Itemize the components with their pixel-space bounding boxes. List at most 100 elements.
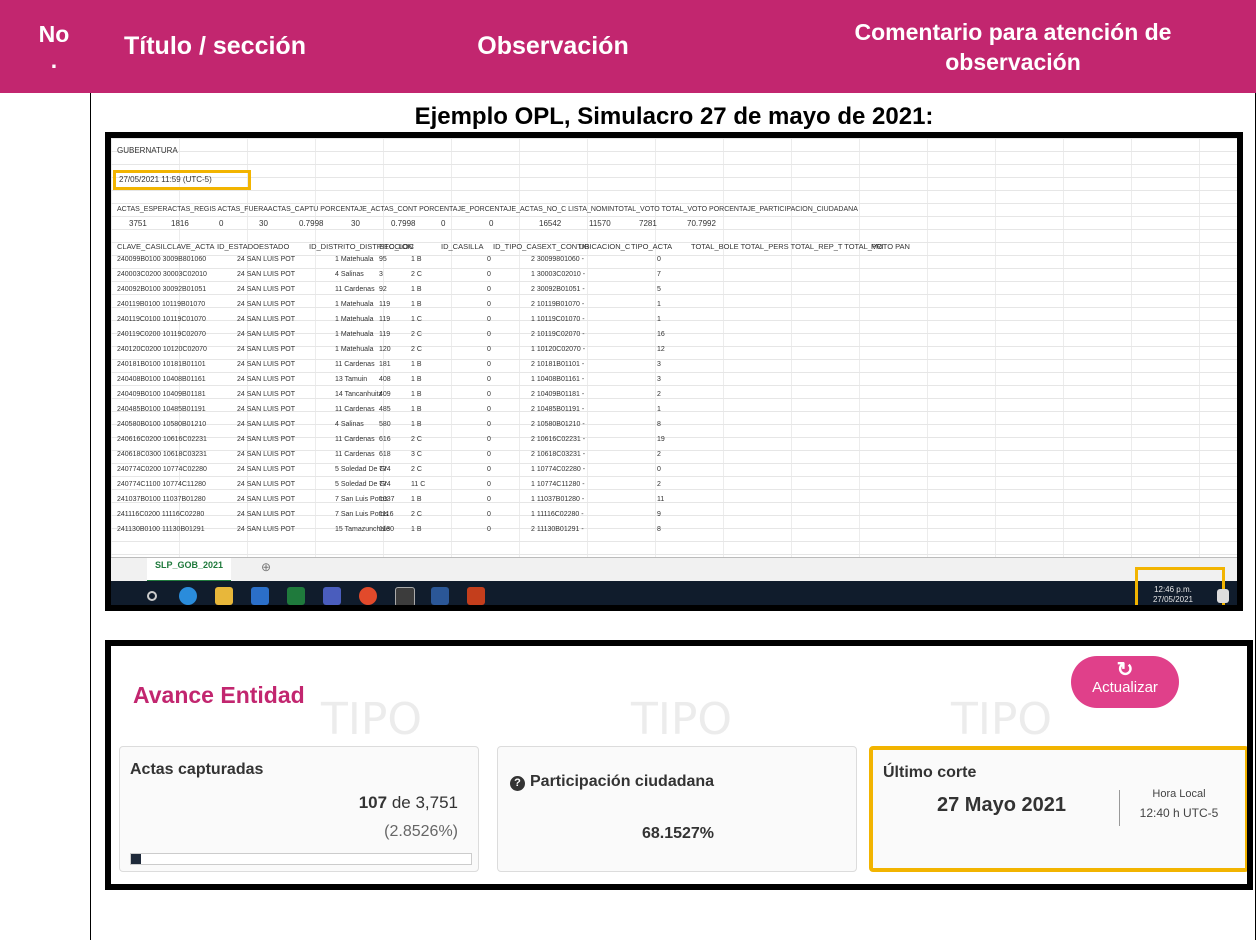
actas-count: 107 de 3,751 <box>359 793 458 813</box>
panel-title: Avance Entidad <box>133 682 305 708</box>
table-cell: 0 <box>487 481 491 488</box>
notification-icon[interactable] <box>1217 589 1229 603</box>
powerpoint-icon[interactable] <box>467 587 485 605</box>
table-cell: 11 Cardenas <box>335 286 375 293</box>
table-cell: 3 C <box>411 451 422 458</box>
table-cell: 774 <box>379 481 391 488</box>
summary-value: 30 <box>351 219 360 228</box>
table-cell: 240099B0100 3009B801060 <box>117 256 207 263</box>
table-cell: 24 SAN LUIS POT <box>237 376 295 383</box>
excel-icon[interactable] <box>287 587 305 605</box>
sheet-tab[interactable]: SLP_GOB_2021 <box>147 558 232 581</box>
file-explorer-icon[interactable] <box>215 587 233 605</box>
ultimo-corte-label: Último corte <box>883 764 977 781</box>
table-cell: 1 B <box>411 496 422 503</box>
table-cell: 485 <box>379 406 391 413</box>
summary-value: 0.7998 <box>299 219 324 228</box>
teams-icon[interactable] <box>323 587 341 605</box>
table-cell: 16 <box>657 331 665 338</box>
table-cell: 119 <box>379 331 391 338</box>
watermark: TIPO <box>631 694 733 745</box>
table-cell: 241037B0100 11037B01280 <box>117 496 206 503</box>
table-cell: 616 <box>379 436 391 443</box>
summary-value: 1816 <box>171 219 189 228</box>
table-cell: 24 SAN LUIS POT <box>237 331 295 338</box>
table-cell: 2 C <box>411 346 422 353</box>
table-cell: 1 11037B01280 - <box>531 496 585 503</box>
table-cell: 1 B <box>411 301 422 308</box>
table-cell: 24 SAN LUIS POT <box>237 391 295 398</box>
table-cell: 119 <box>379 316 391 323</box>
table-cell: 240409B0100 10409B01181 <box>117 391 206 398</box>
table-cell: 0 <box>657 256 661 263</box>
summary-value: 0 <box>219 219 224 228</box>
table-cell: 2 10580B01210 - <box>531 421 585 428</box>
header-comentario-line1: Comentario para atención de <box>854 18 1172 45</box>
actas-progress-fill <box>131 854 141 864</box>
table-cell: 240774C1100 10774C11280 <box>117 481 206 488</box>
table-cell: 0 <box>487 466 491 473</box>
store-icon[interactable] <box>251 587 269 605</box>
table-cell: 240181B0100 10181B01101 <box>117 361 206 368</box>
table-cell: 181 <box>379 361 391 368</box>
table-cell: 2 10618C03231 - <box>531 451 586 458</box>
participacion-label-text: Participación ciudadana <box>530 773 715 790</box>
table-cell: 3 <box>379 271 383 278</box>
table-cell: 1 10774C02280 - <box>531 466 586 473</box>
table-cell: 0 <box>487 451 491 458</box>
table-cell: 0 <box>487 436 491 443</box>
table-cell: 240119B0100 10119B01070 <box>117 301 206 308</box>
summary-value: 11570 <box>589 219 611 228</box>
table-cell: 120 <box>379 346 391 353</box>
summary-value: 7281 <box>639 219 657 228</box>
ultimo-corte-card: Último corte 27 Mayo 2021 Hora Local 12:… <box>869 746 1247 872</box>
table-cell: 0 <box>487 256 491 263</box>
table-cell: 240618C0300 10618C03231 <box>117 451 207 458</box>
table-cell: 240119C0200 10119C02070 <box>117 331 206 338</box>
table-cell: 12 <box>657 346 665 353</box>
chrome-icon[interactable] <box>359 587 377 605</box>
header-observacion: Observación <box>477 32 629 60</box>
table-cell: 240580B0100 10580B01210 <box>117 421 207 428</box>
word-icon[interactable] <box>431 587 449 605</box>
table-cell: 240092B0100 30092B01051 <box>117 286 207 293</box>
table-cell: 3 <box>657 376 661 383</box>
column-header: ID_ESTADO <box>217 242 259 251</box>
terminal-icon[interactable] <box>395 587 415 605</box>
table-cell: 1 30003C02010 - <box>531 271 586 278</box>
table-cell: 0 <box>487 526 491 533</box>
add-sheet-icon[interactable]: ⊕ <box>261 560 271 574</box>
table-cell: 1 11116C02280 - <box>531 511 584 518</box>
table-cell: 1 C <box>411 316 422 323</box>
table-cell: 11 Cardenas <box>335 406 375 413</box>
table-cell: 19 <box>657 436 665 443</box>
table-cell: 4 Salinas <box>335 421 364 428</box>
help-icon[interactable]: ? <box>510 776 525 791</box>
table-cell: 14 Tancanhuitz <box>335 391 382 398</box>
table-cell: 409 <box>379 391 391 398</box>
edge-browser-icon[interactable] <box>179 587 197 605</box>
table-cell: 24 SAN LUIS POT <box>237 316 295 323</box>
search-icon[interactable] <box>147 591 157 601</box>
summary-value: 3751 <box>129 219 147 228</box>
header-no-line1: No <box>38 20 70 47</box>
table-cell: 1 10408B01161 - <box>531 376 585 383</box>
refresh-button[interactable]: ↻ Actualizar <box>1071 656 1179 708</box>
table-cell: 2 C <box>411 511 422 518</box>
participacion-value: 68.1527% <box>641 825 715 842</box>
table-cell: 8 <box>657 421 661 428</box>
table-cell: 1 10774C11280 - <box>531 481 585 488</box>
summary-value: 0.7998 <box>391 219 416 228</box>
column-header: ID_TIPO_CASEXT_CONTIG <box>493 242 590 251</box>
table-cell: 0 <box>487 316 491 323</box>
table-cell: 1 <box>657 301 661 308</box>
table-cell: 2 11130B01291 - <box>531 526 584 533</box>
taskbar-clock[interactable]: 12:46 p.m. 27/05/2021 <box>1153 585 1193 605</box>
table-cell: 2 C <box>411 436 422 443</box>
table-cell: 1 B <box>411 526 422 533</box>
table-cell: 1130 <box>379 526 395 533</box>
table-cell: 240408B0100 10408B01161 <box>117 376 206 383</box>
column-header: ID_CASILLA <box>441 242 484 251</box>
column-header: CLAVE_CASILCLAVE_ACTA <box>117 242 215 251</box>
table-cell: 1 10119C01070 - <box>531 316 585 323</box>
